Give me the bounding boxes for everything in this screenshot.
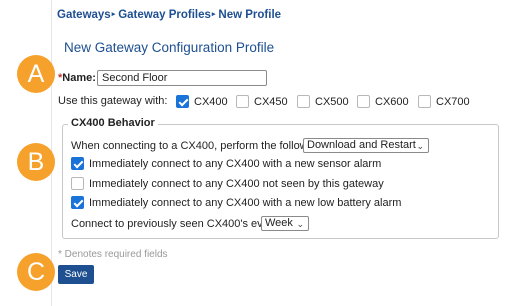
low-battery-label: Immediately connect to any CX400 with a … [89,197,402,209]
connect-action-label: When connecting to a CX400, perform the … [71,140,323,152]
breadcrumb-gateway-profiles-link[interactable]: Gateway Profiles [118,9,211,21]
breadcrumb-separator-icon: ▸ [211,11,216,18]
callout-marker-a: A [17,55,55,93]
cx400-checkbox[interactable] [176,95,189,108]
gateway-use-label: Use this gateway with: [58,95,168,107]
cx500-label: CX500 [315,96,349,108]
sensor-alarm-label: Immediately connect to any CX400 with a … [89,158,382,170]
cx600-checkbox[interactable] [357,95,370,108]
cx400-behavior-legend: CX400 Behavior [68,117,158,129]
breadcrumb-gateways-link[interactable]: Gateways [57,9,111,21]
cx450-label: CX450 [254,96,288,108]
not-seen-label: Immediately connect to any CX400 not see… [89,178,384,190]
not-seen-checkbox[interactable] [71,177,84,190]
connect-action-select[interactable]: Download and Restart ⌄ [303,138,429,153]
name-input[interactable]: Second Floor [97,70,267,86]
frequency-value: Week [265,217,293,229]
frequency-label: Connect to previously seen CX400's every [71,218,278,230]
callout-marker-b: B [17,143,55,181]
breadcrumb-separator-icon: ▸ [111,11,116,18]
chevron-down-icon: ⌄ [416,141,424,151]
page-title: New Gateway Configuration Profile [64,40,275,55]
cx700-checkbox[interactable] [418,95,431,108]
breadcrumb-current-page: New Profile [218,9,282,21]
cx700-label: CX700 [436,96,470,108]
callout-marker-c: C [17,253,55,291]
cx450-checkbox[interactable] [236,95,249,108]
cx500-checkbox[interactable] [297,95,310,108]
frequency-select[interactable]: Week ⌄ [261,216,309,231]
name-label-text: Name: [62,72,96,84]
breadcrumb: Gateways▸ Gateway Profiles▸ New Profile [57,9,281,21]
low-battery-checkbox[interactable] [71,196,84,209]
connect-action-value: Download and Restart [307,139,416,151]
cx400-label: CX400 [194,96,228,108]
sensor-alarm-checkbox[interactable] [71,157,84,170]
chevron-down-icon: ⌄ [296,219,304,229]
cx600-label: CX600 [375,96,409,108]
save-button[interactable]: Save [58,265,94,284]
name-label: *Name: [58,72,96,84]
required-fields-note: * Denotes required fields [58,249,168,260]
